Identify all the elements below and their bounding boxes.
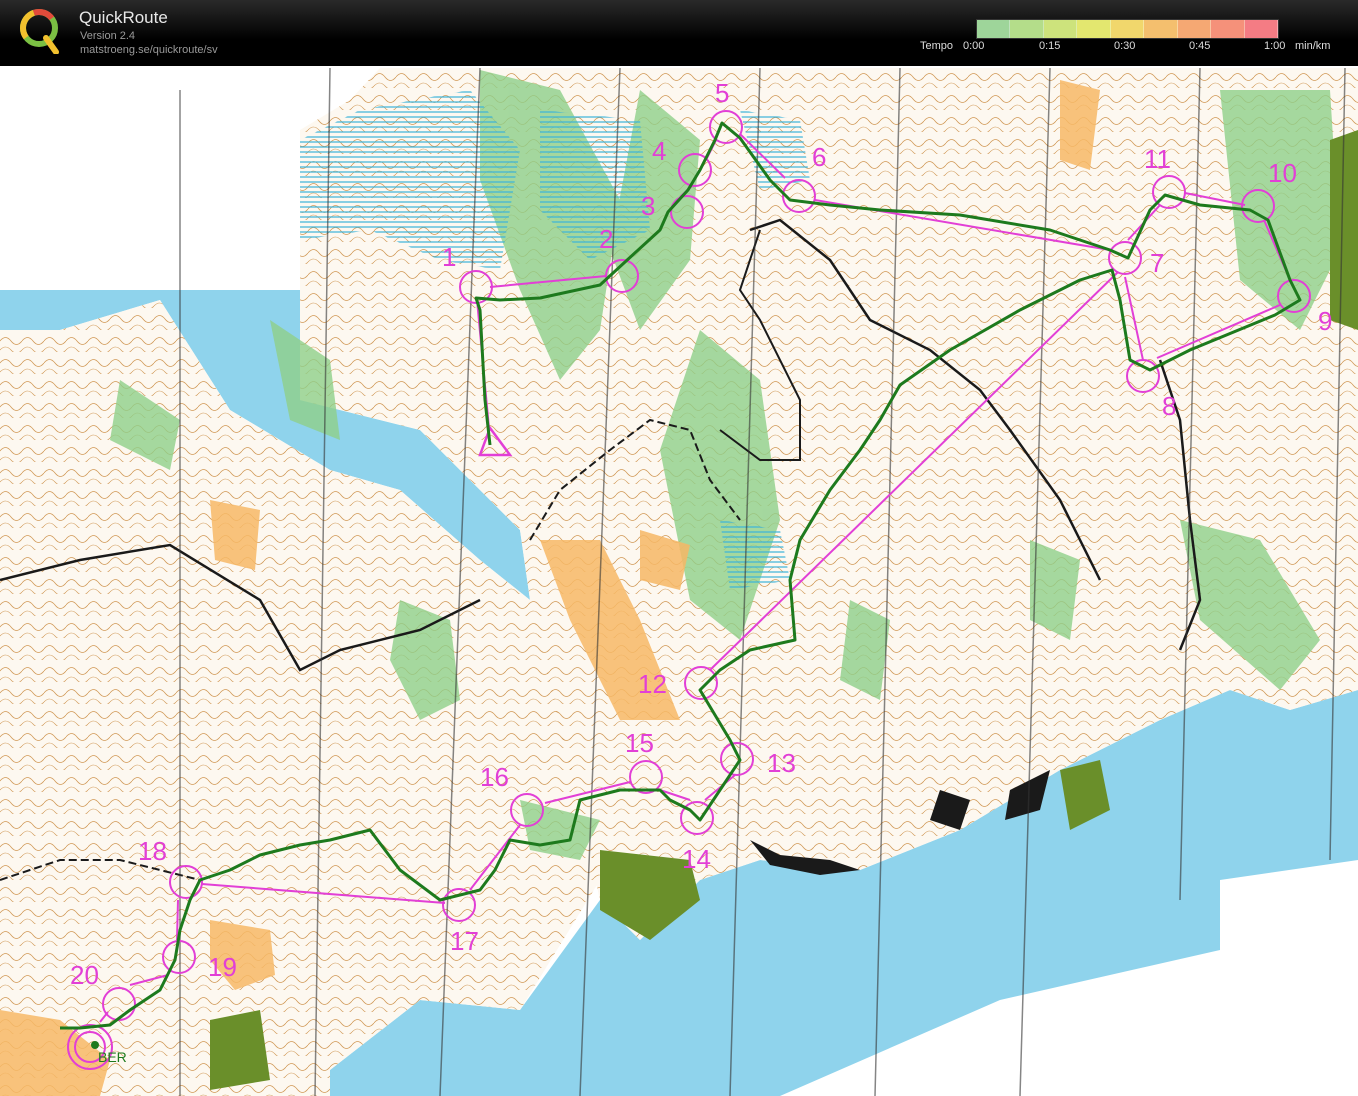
control-number-14: 14 <box>682 844 711 874</box>
control-number-20: 20 <box>70 960 99 990</box>
tempo-scale-segment <box>1077 20 1111 38</box>
start-label: BER <box>98 1049 127 1065</box>
control-number-15: 15 <box>625 728 654 758</box>
tempo-scale-segment <box>1211 20 1245 38</box>
control-number-2: 2 <box>599 224 613 254</box>
app-title: QuickRoute <box>79 8 168 27</box>
control-number-11: 11 <box>1144 144 1171 174</box>
tempo-color-scale <box>976 19 1279 39</box>
control-number-9: 9 <box>1318 306 1332 336</box>
tempo-tick-0: 0:00 <box>963 40 985 52</box>
tempo-scale-segment <box>1010 20 1044 38</box>
tempo-tick-3: 0:45 <box>1189 40 1211 52</box>
tempo-scale-segment <box>1177 20 1212 38</box>
control-number-16: 16 <box>480 762 509 792</box>
tempo-tick-4: 1:00 <box>1264 40 1286 52</box>
quickroute-logo <box>20 9 59 54</box>
orienteering-map[interactable]: BER 1 2 3 4 5 6 7 8 9 10 11 12 13 14 15 … <box>0 66 1358 1096</box>
tempo-tick-1: 0:15 <box>1039 40 1061 52</box>
finish-marker-dot <box>91 1041 99 1049</box>
control-number-19: 19 <box>208 952 237 982</box>
control-number-6: 6 <box>812 142 826 172</box>
tempo-unit: min/km <box>1295 40 1331 52</box>
control-number-17: 17 <box>450 926 479 956</box>
tempo-scale-segment <box>1043 20 1078 38</box>
tempo-tick-2: 0:30 <box>1114 40 1136 52</box>
control-number-5: 5 <box>715 78 729 108</box>
control-number-4: 4 <box>652 136 666 166</box>
control-number-3: 3 <box>641 191 655 221</box>
app-url[interactable]: matstroeng.se/quickroute/sv <box>80 44 218 56</box>
control-number-13: 13 <box>767 748 796 778</box>
tempo-scale-segment <box>1110 20 1145 38</box>
tempo-label: Tempo <box>920 40 954 52</box>
tempo-scale-segment <box>977 20 1011 38</box>
control-number-8: 8 <box>1162 391 1176 421</box>
control-number-7: 7 <box>1150 248 1164 278</box>
tempo-scale-segment <box>1244 20 1278 38</box>
control-number-1: 1 <box>442 242 456 272</box>
control-number-12: 12 <box>638 669 667 699</box>
control-number-18: 18 <box>138 836 167 866</box>
tempo-scale-segment <box>1144 20 1178 38</box>
app-header: QuickRoute Version 2.4 matstroeng.se/qui… <box>0 0 1358 66</box>
app-version: Version 2.4 <box>80 30 136 42</box>
control-number-10: 10 <box>1268 158 1297 188</box>
